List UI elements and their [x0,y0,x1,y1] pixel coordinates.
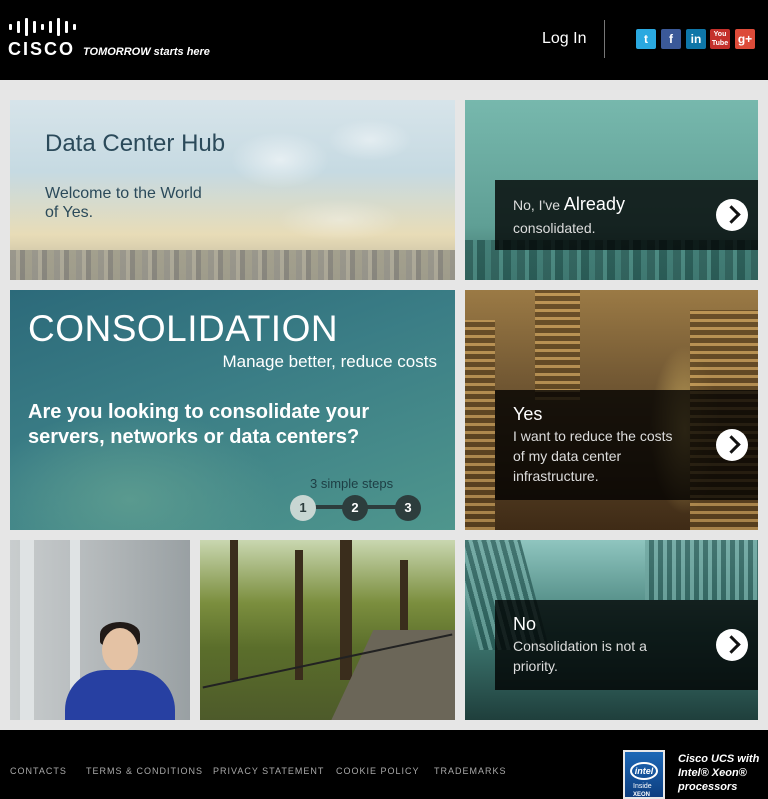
no-panel[interactable]: No Consolidation is not a priority. [495,600,758,690]
chevron-right-icon[interactable] [716,629,748,661]
building-image [465,320,495,530]
already-strong: Already [563,194,625,214]
already-panel[interactable]: No, I've Already consolidated. [495,180,758,250]
site-footer: CONTACTS TERMS & CONDITIONS PRIVACY STAT… [0,730,768,799]
intel-xeon-text: XEON [633,792,651,798]
yes-heading: Yes [513,404,543,424]
cisco-bridge-icon [9,18,80,36]
yes-tile[interactable]: Yes I want to reduce the costs of my dat… [465,290,758,530]
intel-inside-text: Inside [633,783,652,790]
hub-tile: Data Center Hub Welcome to the World of … [10,100,455,280]
already-line2: consolidated. [513,220,596,236]
already-line1: No, I've Already [513,194,625,215]
steps-label: 3 simple steps [310,476,394,491]
logo-text: CISCO [8,39,76,59]
hub-title: Data Center Hub [45,130,226,157]
footer-link-cookie[interactable]: COOKIE POLICY [336,766,420,776]
youtube-icon[interactable]: You Tube [710,29,730,49]
twitter-icon[interactable]: t [636,29,656,49]
yes-text: I want to reduce the costs of my data ce… [513,428,673,484]
intel-logo-text: intel [630,762,658,780]
skyline-image [10,250,455,280]
consolidation-question: Are you looking to consolidate your serv… [28,401,370,448]
step-2[interactable]: 2 [342,495,368,521]
login-link[interactable]: Log In [542,30,586,48]
consolidation-tile: CONSOLIDATION Manage better, reduce cost… [10,290,455,530]
step-3[interactable]: 3 [395,495,421,521]
footer-link-trademarks[interactable]: TRADEMARKS [434,766,507,776]
header-divider [604,20,605,58]
google-plus-icon[interactable]: g+ [735,29,755,49]
no-text: Consolidation is not a priority. [513,638,647,674]
consolidation-title: CONSOLIDATION [28,308,339,349]
hub-subtitle: Welcome to the World of Yes. [45,185,202,221]
yes-panel[interactable]: Yes I want to reduce the costs of my dat… [495,390,758,500]
facebook-icon[interactable]: f [661,29,681,49]
cisco-logo[interactable]: CISCO [8,18,80,62]
already-prefix: No, I've [513,197,561,213]
footer-link-contacts[interactable]: CONTACTS [10,766,67,776]
chevron-right-icon[interactable] [716,199,748,231]
footer-link-privacy[interactable]: PRIVACY STATEMENT [213,766,324,776]
tagline: TOMORROW starts here [83,46,210,58]
chevron-right-icon[interactable] [716,429,748,461]
intel-promo-text: Cisco UCS with Intel® Xeon® processors [678,753,760,793]
park-photo [200,540,455,720]
linkedin-icon[interactable]: in [686,29,706,49]
step-1[interactable]: 1 [290,495,316,521]
site-header: CISCO TOMORROW starts here Log In t f in… [0,0,768,80]
building-image [645,540,758,600]
no-tile[interactable]: No Consolidation is not a priority. [465,540,758,720]
already-consolidated-tile[interactable]: No, I've Already consolidated. [465,100,758,280]
consolidation-subtitle: Manage better, reduce costs [222,352,437,371]
no-heading: No [513,614,537,634]
building-image [535,290,580,400]
footer-link-terms[interactable]: TERMS & CONDITIONS [86,766,203,776]
employee-photo [10,540,190,720]
intel-xeon-badge[interactable]: intel Inside XEON [623,750,665,799]
